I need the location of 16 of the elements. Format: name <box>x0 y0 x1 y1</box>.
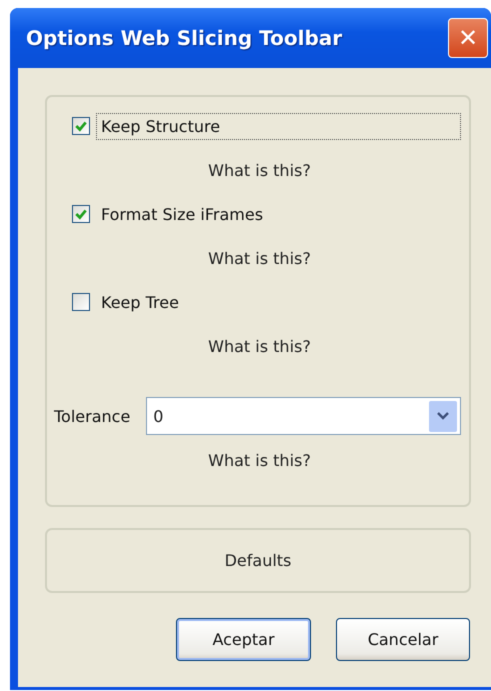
checkbox[interactable] <box>72 293 90 311</box>
help-link[interactable]: What is this? <box>208 450 311 470</box>
checkbox-label[interactable]: Format Size iFrames <box>96 200 268 228</box>
defaults-button[interactable]: Defaults <box>45 528 471 593</box>
tolerance-label: Tolerance <box>54 406 130 426</box>
checkbox[interactable] <box>72 205 90 223</box>
dialog-button[interactable]: Cancelar <box>336 618 470 661</box>
help-link[interactable]: What is this? <box>208 248 311 268</box>
tolerance-dropdown[interactable]: 0 <box>146 397 461 435</box>
window-title: Options Web Slicing Toolbar <box>26 26 342 50</box>
checkbox-label[interactable]: Keep Tree <box>96 288 184 316</box>
help-link[interactable]: What is this? <box>208 160 311 180</box>
checkbox-label[interactable]: Keep Structure <box>96 112 461 140</box>
dialog-button[interactable]: Aceptar <box>176 618 311 661</box>
help-link[interactable]: What is this? <box>208 336 311 356</box>
checkbox[interactable] <box>72 117 90 135</box>
